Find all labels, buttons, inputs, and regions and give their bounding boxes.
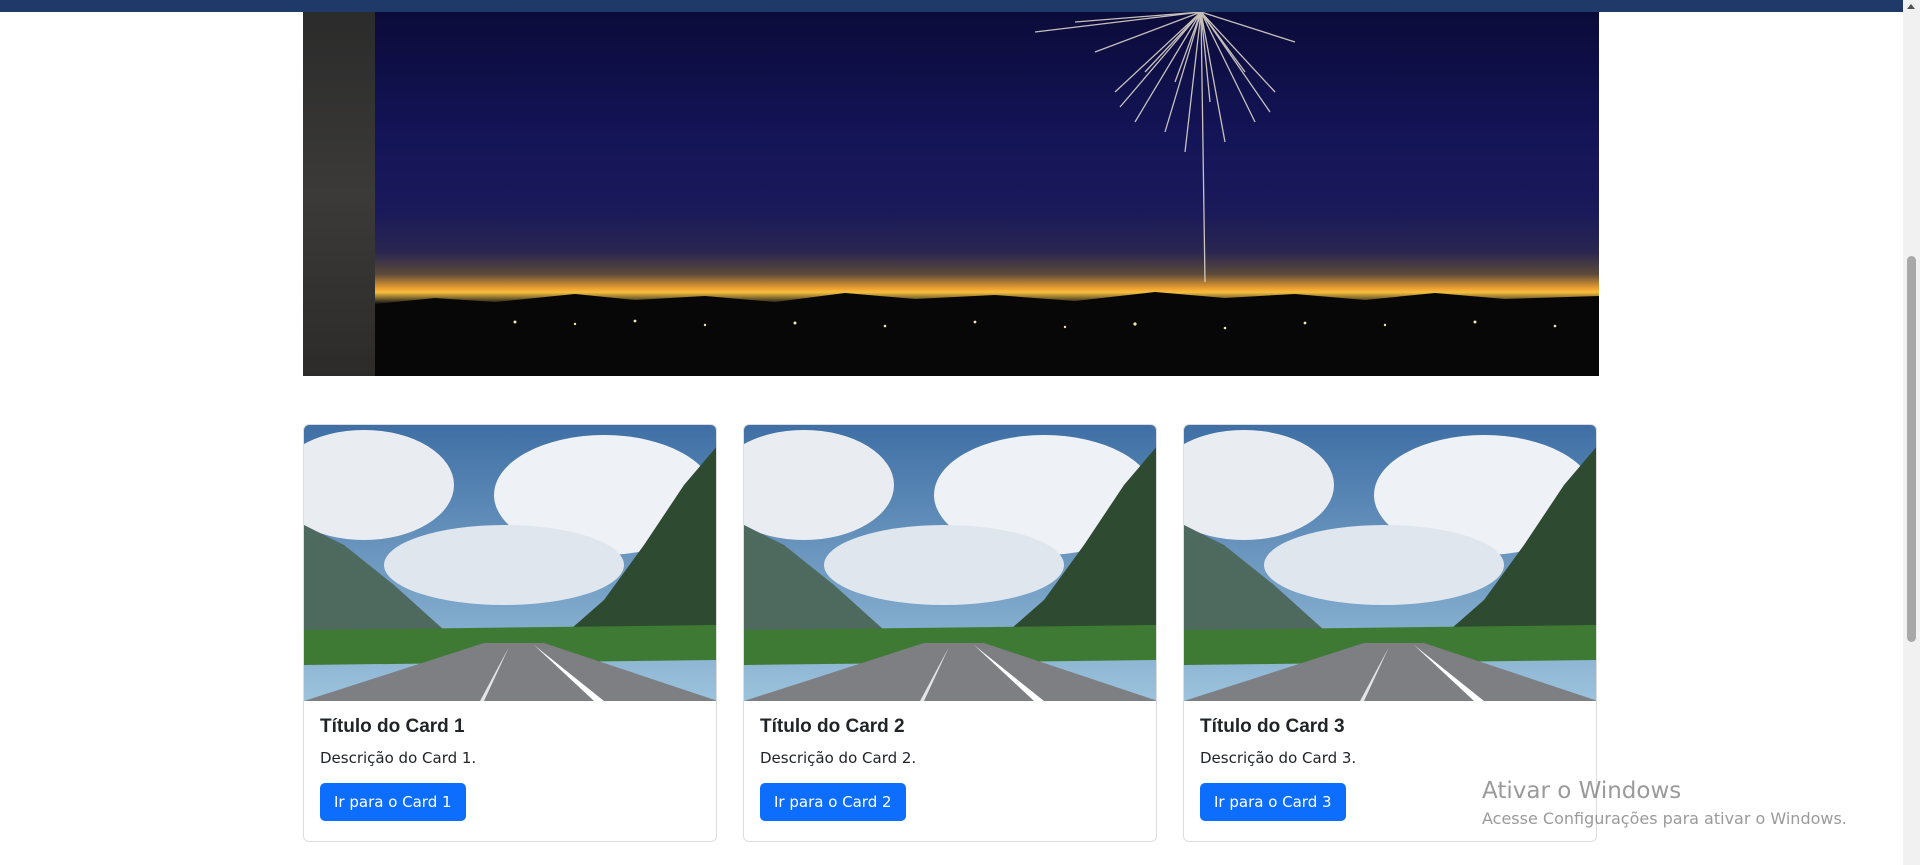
fireworks-icon [375, 12, 1599, 376]
mountain-road-icon [744, 425, 1156, 701]
mountain-road-photo [1184, 425, 1596, 701]
go-to-card-1-button[interactable]: Ir para o Card 1 [320, 783, 466, 821]
hero-carousel-image [303, 12, 1599, 376]
mountain-road-icon [1184, 425, 1596, 701]
card-title: Título do Card 1 [320, 716, 465, 737]
card-description: Descrição do Card 2. [760, 749, 917, 767]
mountain-road-icon [304, 425, 716, 701]
browser-top-bar [0, 0, 1920, 12]
watermark-title: Ativar o Windows [1482, 778, 1682, 804]
mountain-road-photo [304, 425, 716, 701]
card-title: Título do Card 2 [760, 716, 905, 737]
mountain-road-photo [744, 425, 1156, 701]
windows-activation-watermark: Ativar o Windows Acesse Configurações pa… [1482, 776, 1902, 830]
watermark-subtitle: Acesse Configurações para ativar o Windo… [1482, 809, 1847, 828]
go-to-card-3-button[interactable]: Ir para o Card 3 [1200, 783, 1346, 821]
card-2: Título do Card 2 Descrição do Card 2. Ir… [743, 424, 1157, 842]
fireworks-night-photo [375, 12, 1599, 376]
scrollbar-thumb[interactable] [1907, 256, 1916, 642]
card-1: Título do Card 1 Descrição do Card 1. Ir… [303, 424, 717, 842]
carousel-previous-slide-edge [303, 12, 376, 376]
scroll-up-arrow-icon[interactable] [1907, 4, 1915, 9]
card-description: Descrição do Card 3. [1200, 749, 1357, 767]
page-scrollbar[interactable] [1903, 0, 1920, 865]
card-title: Título do Card 3 [1200, 716, 1345, 737]
go-to-card-2-button[interactable]: Ir para o Card 2 [760, 783, 906, 821]
card-grid: Título do Card 1 Descrição do Card 1. Ir… [303, 424, 1599, 844]
card-body: Título do Card 2 Descrição do Card 2. Ir… [760, 715, 1140, 821]
card-description: Descrição do Card 1. [320, 749, 477, 767]
card-body: Título do Card 1 Descrição do Card 1. Ir… [320, 715, 700, 821]
